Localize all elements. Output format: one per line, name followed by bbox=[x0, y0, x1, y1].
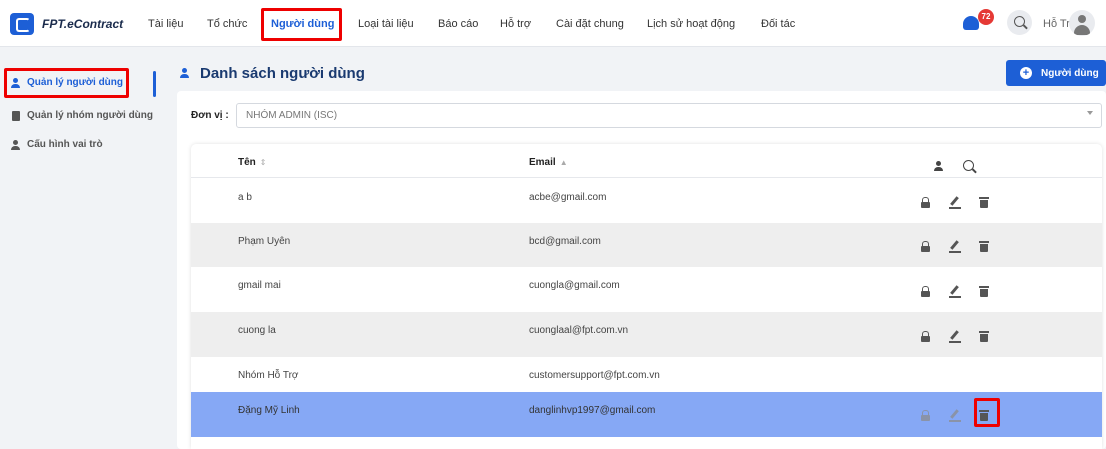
edit-icon[interactable] bbox=[949, 240, 961, 253]
sidebar-item-user-groups[interactable]: Quản lý nhóm người dùng bbox=[11, 110, 153, 121]
sort-asc-icon: ▲ bbox=[559, 158, 568, 167]
edit-icon[interactable] bbox=[949, 285, 961, 298]
notification-badge: 72 bbox=[978, 9, 994, 25]
edit-icon[interactable] bbox=[949, 196, 961, 209]
cell-email: cuonglaal@fpt.com.vn bbox=[529, 325, 629, 336]
cell-email: customersupport@fpt.com.vn bbox=[529, 370, 660, 381]
lock-icon[interactable] bbox=[921, 241, 930, 252]
nav-item-support[interactable]: Hỗ trợ bbox=[500, 18, 531, 30]
person-filter-icon[interactable] bbox=[934, 161, 943, 171]
sidebar-active-indicator bbox=[153, 71, 156, 97]
delete-icon[interactable] bbox=[979, 241, 989, 252]
chevron-down-icon bbox=[1087, 111, 1093, 115]
lock-icon[interactable] bbox=[921, 286, 930, 297]
delete-icon[interactable] bbox=[979, 197, 989, 208]
brand-name: FPT.eContract bbox=[42, 17, 124, 31]
edit-icon[interactable] bbox=[949, 409, 961, 422]
nav-item-document-types[interactable]: Loại tài liệu bbox=[358, 18, 414, 30]
table-row-selected[interactable]: Đặng Mỹ Linh danglinhvp1997@gmail.com bbox=[191, 392, 1102, 437]
delete-icon[interactable] bbox=[979, 286, 989, 297]
users-table: Tên ⇕ Email ▲ a b acbe@gmail.com Phạm Uyên… bbox=[191, 144, 1102, 449]
delete-icon[interactable] bbox=[979, 331, 989, 342]
cell-name: Nhóm Hỗ Trợ bbox=[238, 370, 299, 381]
unit-label: Đơn vị : bbox=[191, 110, 229, 121]
cell-email: bcd@gmail.com bbox=[529, 236, 601, 247]
add-user-button-label: Người dùng bbox=[1041, 67, 1099, 79]
page-title: Danh sách người dùng bbox=[180, 65, 365, 82]
nav-item-partners[interactable]: Đối tác bbox=[761, 18, 795, 30]
unit-select[interactable]: NHÓM ADMIN (ISC) bbox=[236, 103, 1102, 128]
brand-logo[interactable]: FPT.eContract bbox=[10, 13, 123, 35]
econtract-logo-icon bbox=[10, 13, 34, 35]
table-row[interactable]: Phạm Uyên bcd@gmail.com bbox=[191, 223, 1102, 267]
table-row[interactable]: Nhóm Hỗ Trợ customersupport@fpt.com.vn bbox=[191, 357, 1102, 392]
lock-icon[interactable] bbox=[921, 331, 930, 342]
document-icon bbox=[11, 110, 21, 121]
add-user-button[interactable]: + Người dùng bbox=[1006, 60, 1106, 86]
sidebar-item-role-config[interactable]: Cấu hình vai trò bbox=[11, 139, 103, 150]
unit-select-value: NHÓM ADMIN (ISC) bbox=[246, 110, 338, 121]
nav-item-reports[interactable]: Báo cáo bbox=[438, 18, 478, 30]
top-navigation-bar: FPT.eContract Tài liệu Tổ chức Người dùn… bbox=[0, 0, 1106, 47]
avatar[interactable] bbox=[1069, 10, 1095, 36]
nav-item-general-settings[interactable]: Cài đặt chung bbox=[556, 18, 624, 30]
cell-email: cuongla@gmail.com bbox=[529, 280, 620, 291]
nav-item-documents[interactable]: Tài liệu bbox=[148, 18, 183, 30]
annotation-highlight-nav-users bbox=[261, 8, 342, 41]
lock-icon[interactable] bbox=[921, 410, 930, 421]
nav-item-organization[interactable]: Tổ chức bbox=[207, 18, 247, 30]
nav-item-activity-history[interactable]: Lịch sử hoạt động bbox=[647, 18, 735, 30]
table-row[interactable]: cuong la cuonglaal@fpt.com.vn bbox=[191, 312, 1102, 357]
table-row[interactable]: gmail mai cuongla@gmail.com bbox=[191, 267, 1102, 312]
cell-name: cuong la bbox=[238, 325, 276, 336]
edit-icon[interactable] bbox=[949, 330, 961, 343]
plus-circle-icon: + bbox=[1020, 67, 1032, 79]
cell-name: Phạm Uyên bbox=[238, 236, 291, 247]
sidebar-item-label: Cấu hình vai trò bbox=[27, 139, 103, 150]
sidebar bbox=[0, 48, 160, 449]
annotation-highlight-delete bbox=[974, 398, 1000, 427]
table-row[interactable]: a b acbe@gmail.com bbox=[191, 179, 1102, 223]
column-header-name[interactable]: Tên ⇕ bbox=[238, 157, 266, 168]
table-header: Tên ⇕ Email ▲ bbox=[191, 144, 1102, 178]
search-icon bbox=[1014, 16, 1025, 27]
cell-name: a b bbox=[238, 192, 252, 203]
cell-email: acbe@gmail.com bbox=[529, 192, 607, 203]
person-icon bbox=[11, 139, 21, 150]
annotation-highlight-sidebar bbox=[4, 68, 129, 98]
column-header-email[interactable]: Email ▲ bbox=[529, 157, 568, 168]
lock-icon[interactable] bbox=[921, 197, 930, 208]
table-row[interactable] bbox=[191, 437, 1102, 449]
sidebar-item-label: Quản lý nhóm người dùng bbox=[27, 110, 154, 121]
cell-name: gmail mai bbox=[238, 280, 281, 291]
page-title-text: Danh sách người dùng bbox=[200, 65, 365, 82]
cell-name: Đặng Mỹ Linh bbox=[238, 405, 300, 416]
cell-email: danglinhvp1997@gmail.com bbox=[529, 405, 656, 416]
search-icon[interactable] bbox=[963, 160, 974, 171]
person-icon bbox=[180, 67, 192, 80]
sort-icon: ⇕ bbox=[259, 158, 267, 167]
